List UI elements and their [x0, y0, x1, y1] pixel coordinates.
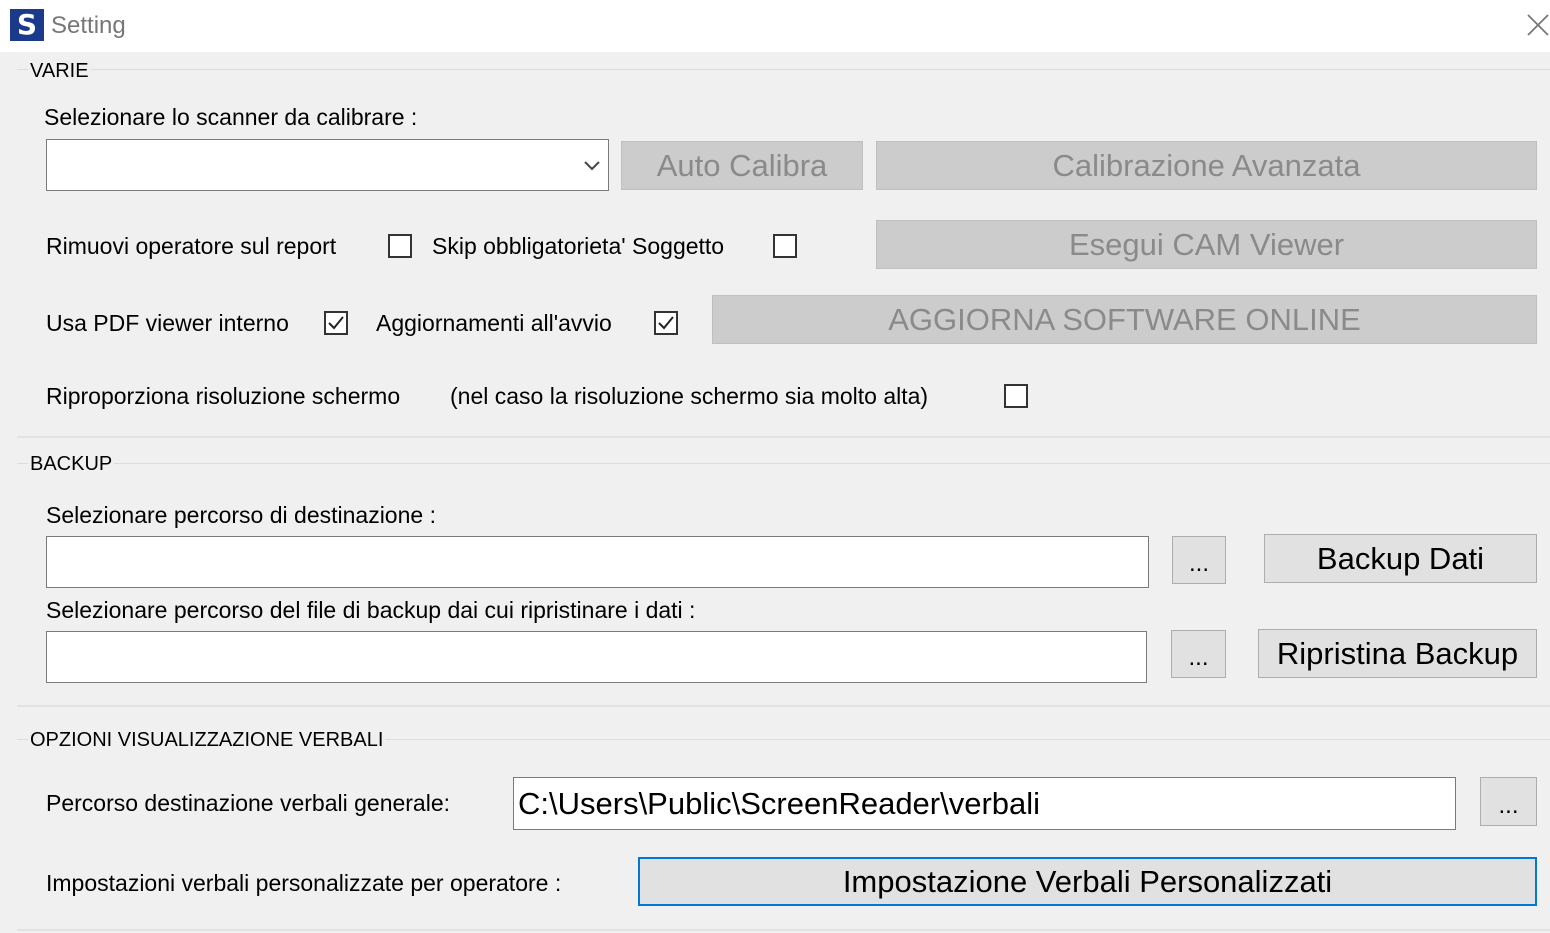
backup-dati-button[interactable]: Backup Dati [1264, 534, 1537, 583]
browse-destinazione-button[interactable]: ... [1172, 536, 1226, 584]
ripristina-backup-button[interactable]: Ripristina Backup [1258, 629, 1537, 678]
percorso-verbali-label: Percorso destinazione verbali generale: [46, 790, 451, 816]
riproporziona-checkbox[interactable] [1004, 384, 1028, 408]
aggiorna-software-button[interactable]: AGGIORNA SOFTWARE ONLINE [712, 295, 1537, 344]
browse-ripristino-button[interactable]: ... [1171, 630, 1226, 678]
title-bar [0, 0, 1550, 52]
riproporziona-note: (nel caso la risoluzione schermo sia mol… [450, 383, 929, 409]
ripristino-label: Selezionare percorso del file di backup … [46, 597, 696, 623]
rimuovi-operatore-checkbox[interactable] [388, 234, 412, 258]
auto-calibra-button[interactable]: Auto Calibra [621, 141, 863, 190]
window-title: Setting [51, 12, 126, 39]
chevron-down-icon [584, 161, 600, 171]
checkmark-icon [658, 316, 674, 330]
riproporziona-label: Riproporziona risoluzione schermo [46, 383, 401, 409]
skip-obbligatorieta-label: Skip obbligatorieta' Soggetto [432, 233, 725, 259]
scanner-select[interactable] [46, 139, 609, 191]
scanner-label: Selezionare lo scanner da calibrare : [44, 104, 418, 130]
destinazione-path-field[interactable] [46, 536, 1149, 588]
app-logo-icon: S [10, 9, 44, 41]
group-title-verbali: OPZIONI VISUALIZZAZIONE VERBALI [28, 728, 386, 752]
calibrazione-avanzata-button[interactable]: Calibrazione Avanzata [876, 141, 1537, 190]
browse-verbali-button[interactable]: ... [1480, 777, 1537, 826]
rimuovi-operatore-label: Rimuovi operatore sul report [46, 233, 337, 259]
group-title-backup: BACKUP [28, 452, 115, 476]
group-title-varie: VARIE [28, 59, 91, 83]
aggiornamenti-avvio-checkbox[interactable] [654, 311, 678, 335]
esegui-cam-viewer-button[interactable]: Esegui CAM Viewer [876, 220, 1537, 269]
skip-obbligatorieta-checkbox[interactable] [773, 234, 797, 258]
checkmark-icon [328, 316, 344, 330]
usa-pdf-viewer-checkbox[interactable] [324, 311, 348, 335]
ripristino-path-field[interactable] [46, 631, 1147, 683]
close-icon[interactable] [1521, 8, 1550, 42]
destinazione-label: Selezionare percorso di destinazione : [46, 502, 436, 528]
impostazione-verbali-button[interactable]: Impostazione Verbali Personalizzati [638, 857, 1537, 906]
impostazioni-verbali-label: Impostazioni verbali personalizzate per … [46, 870, 562, 896]
percorso-verbali-field[interactable]: C:\Users\Public\ScreenReader\verbali [513, 777, 1456, 830]
aggiornamenti-avvio-label: Aggiornamenti all'avvio [376, 310, 612, 336]
usa-pdf-viewer-label: Usa PDF viewer interno [46, 310, 289, 336]
